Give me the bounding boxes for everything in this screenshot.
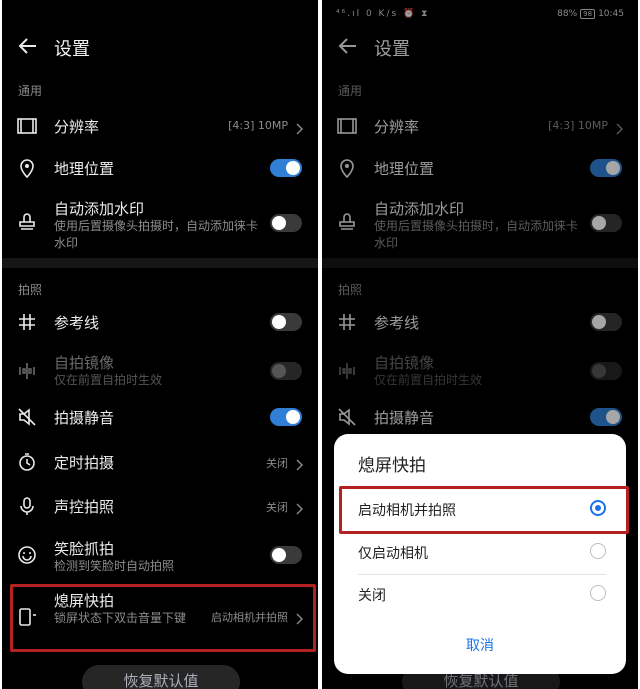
setting-voice[interactable]: 声控拍照 关闭: [2, 488, 318, 524]
option-off[interactable]: 关闭: [334, 574, 626, 616]
back-arrow-icon[interactable]: [16, 34, 40, 58]
chevron-right-icon: [296, 456, 304, 471]
smile-face-icon: [16, 544, 38, 566]
chevron-right-icon: [296, 120, 304, 135]
watermark-toggle[interactable]: [270, 214, 302, 232]
setting-resolution[interactable]: 分辨率 [4:3] 10MP: [2, 108, 318, 144]
title-bar: 设置: [2, 28, 318, 68]
radio-icon[interactable]: [590, 543, 606, 559]
setting-mute[interactable]: 拍摄静音: [2, 399, 318, 435]
grid-hash-icon: [16, 311, 38, 333]
smile-label: 笑脸抓拍: [54, 540, 115, 558]
timer-icon: [16, 451, 38, 473]
mirror-icon: [16, 360, 38, 382]
voice-label: 声控拍照: [54, 498, 115, 516]
mirror-label: 自拍镜像: [54, 354, 115, 372]
gridlines-label: 参考线: [54, 314, 100, 332]
watermark-description: 使用后置摄像头拍摄时，自动添加徕卡水印: [54, 219, 259, 250]
watermark-label: 自动添加水印: [54, 200, 145, 218]
ultra-snapshot-dialog: 熄屏快拍 启动相机并拍照 仅启动相机 关闭 取消: [334, 434, 626, 674]
location-toggle[interactable]: [270, 159, 302, 177]
mute-label: 拍摄静音: [54, 409, 115, 427]
section-general-header: 通用: [18, 84, 43, 98]
mirror-toggle: [270, 362, 302, 380]
radio-icon[interactable]: [590, 585, 606, 601]
timer-label: 定时拍摄: [54, 454, 115, 472]
chevron-right-icon: [296, 500, 304, 515]
speaker-mute-icon: [16, 406, 38, 428]
dialog-title: 熄屏快拍: [358, 456, 426, 476]
resolution-label: 分辨率: [54, 118, 100, 136]
smile-toggle[interactable]: [270, 546, 302, 564]
option-label: 关闭: [358, 588, 386, 604]
timer-value: 关闭: [266, 457, 288, 470]
location-label: 地理位置: [54, 160, 115, 178]
stamp-icon: [16, 210, 38, 232]
location-pin-icon: [16, 157, 38, 179]
setting-location[interactable]: 地理位置: [2, 150, 318, 186]
mute-toggle[interactable]: [270, 408, 302, 426]
restore-defaults-button[interactable]: 恢复默认值: [82, 665, 240, 689]
mirror-description: 仅在前置自拍时生效: [54, 373, 163, 387]
film-icon: [16, 115, 38, 137]
option-launch-only[interactable]: 仅启动相机: [334, 532, 626, 574]
microphone-icon: [16, 495, 38, 517]
smile-description: 检测到笑脸时自动拍照: [54, 559, 175, 573]
highlight-box: [339, 486, 629, 534]
highlight-box: [10, 584, 316, 652]
setting-watermark[interactable]: 自动添加水印 使用后置摄像头拍摄时，自动添加徕卡水印: [2, 196, 318, 250]
gridlines-toggle[interactable]: [270, 313, 302, 331]
section-photo-header: 拍照: [18, 283, 43, 297]
settings-screen-left: 设置 通用 分辨率 [4:3] 10MP 地理位置 自动添加水印 使用后置摄像头…: [2, 0, 318, 689]
settings-screen-right: ⁴⁶.ıl 0 K/s ⏰ ⧗ 88% 98 10:45 设置 通用 分辨率 [4:…: [322, 0, 638, 689]
setting-mirror: 自拍镜像 仅在前置自拍时生效: [2, 350, 318, 392]
voice-value: 关闭: [266, 501, 288, 514]
page-title: 设置: [54, 39, 90, 60]
option-label: 仅启动相机: [358, 546, 428, 562]
setting-timer[interactable]: 定时拍摄 关闭: [2, 444, 318, 480]
resolution-value: [4:3] 10MP: [228, 119, 288, 132]
setting-gridlines[interactable]: 参考线: [2, 304, 318, 340]
cancel-button[interactable]: 取消: [334, 635, 626, 655]
setting-smile[interactable]: 笑脸抓拍 检测到笑脸时自动拍照: [2, 534, 318, 576]
section-divider: [2, 258, 318, 268]
